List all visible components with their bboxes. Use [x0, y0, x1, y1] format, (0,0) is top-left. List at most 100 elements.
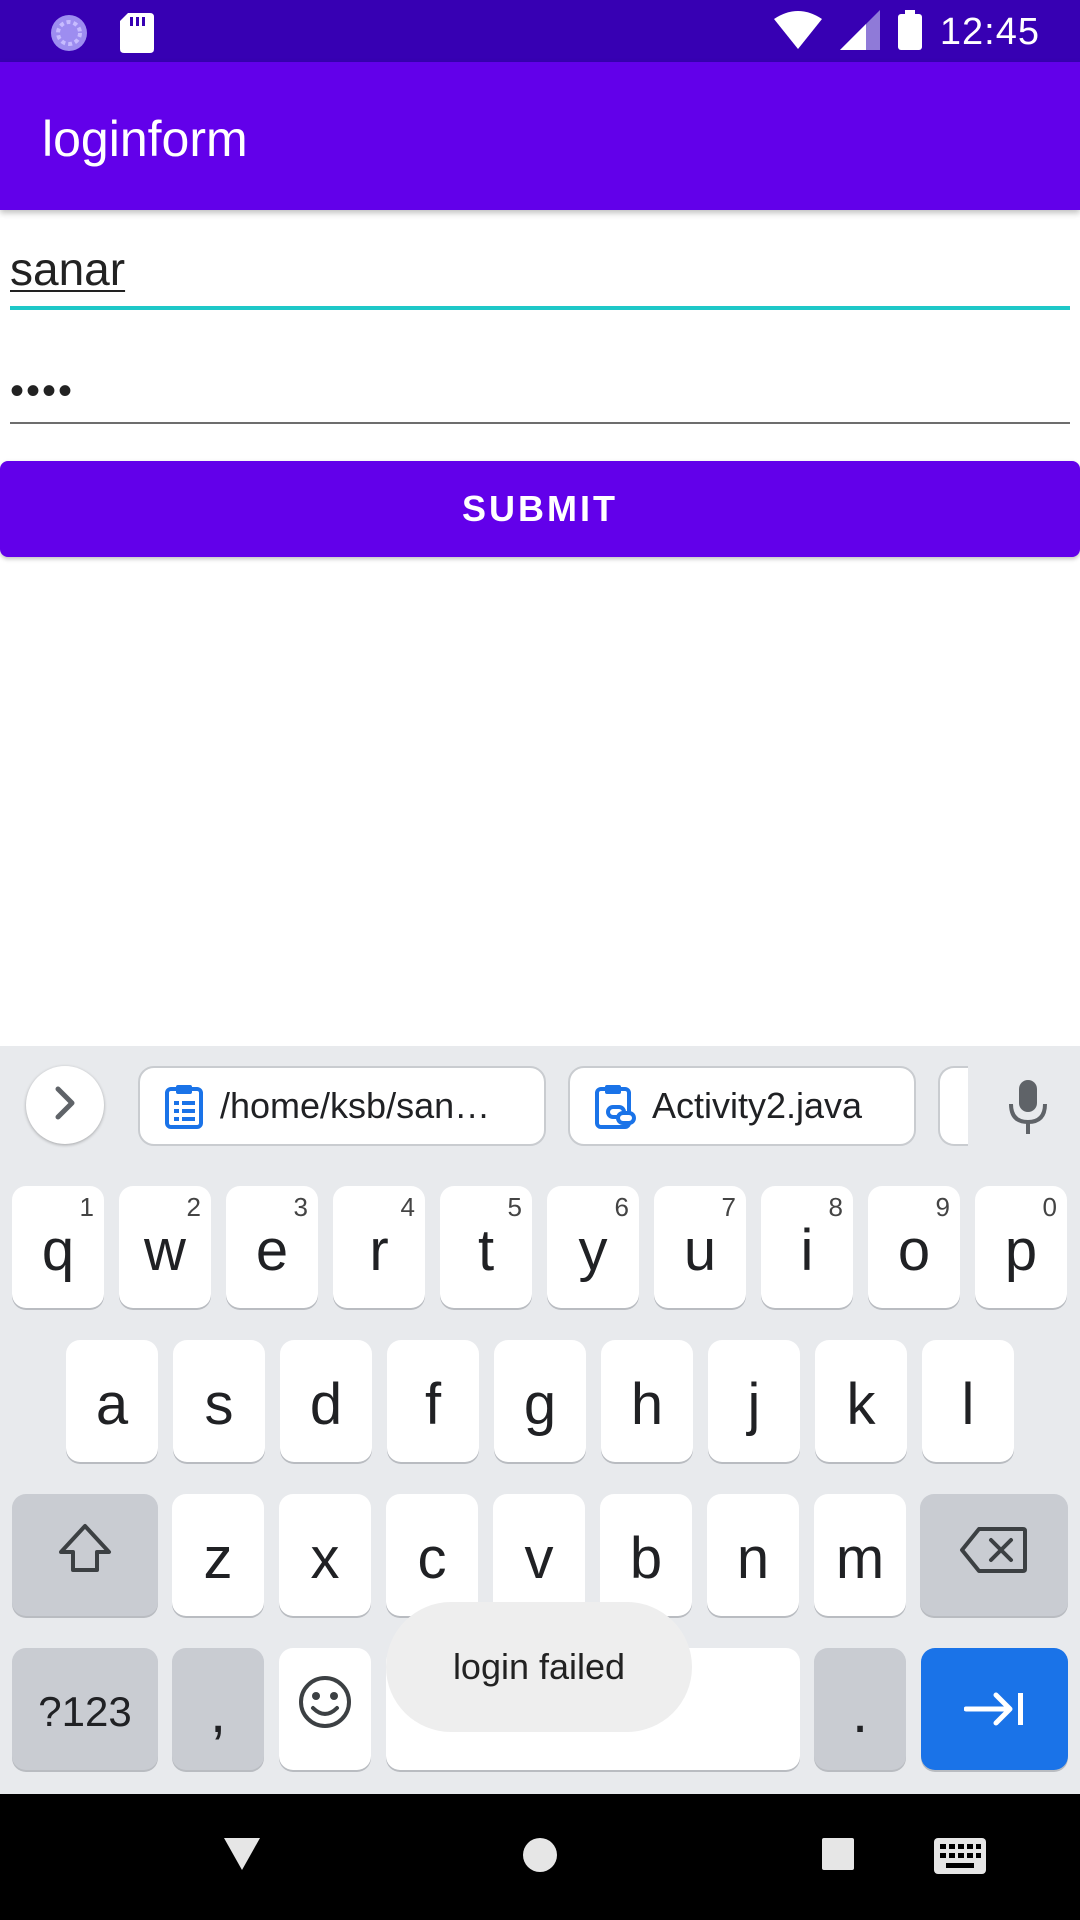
expand-toolbar-button[interactable] [26, 1066, 104, 1144]
username-field[interactable]: sanar [10, 236, 1070, 310]
password-field[interactable]: •••• [10, 356, 1070, 424]
key-l[interactable]: l [922, 1340, 1014, 1462]
key-x-label: x [310, 1525, 340, 1591]
key-e-hint: 3 [293, 1192, 308, 1222]
status-bar: 12:45 [0, 0, 1080, 62]
key-g-label: g [523, 1371, 557, 1437]
key-z[interactable]: z [172, 1494, 264, 1616]
key-d[interactable]: d [280, 1340, 372, 1462]
key-p-label: p [1004, 1217, 1038, 1283]
key-l-label: l [961, 1371, 975, 1437]
key-y-label: y [578, 1217, 608, 1283]
key-s[interactable]: s [173, 1340, 265, 1462]
key-q-label: q [41, 1217, 75, 1283]
app-title: loginform [42, 111, 248, 167]
key-r[interactable]: r4 [333, 1186, 425, 1308]
recents-icon[interactable] [821, 1837, 855, 1876]
key-f-label: f [424, 1371, 442, 1437]
sd-card-icon [120, 13, 154, 58]
key-v-label: v [524, 1525, 554, 1591]
voice-input-button[interactable] [1000, 1080, 1056, 1141]
key-t-label: t [477, 1217, 495, 1283]
key-u-hint: 7 [721, 1192, 736, 1222]
key-n[interactable]: n [707, 1494, 799, 1616]
submit-button[interactable]: SUBMIT [0, 461, 1080, 557]
microphone-icon [1000, 1080, 1056, 1140]
key-w[interactable]: w2 [119, 1186, 211, 1308]
key-h[interactable]: h [601, 1340, 693, 1462]
toast-message: login failed [386, 1602, 692, 1732]
key-n-label: n [736, 1525, 770, 1591]
key-b[interactable]: b [600, 1494, 692, 1616]
wifi-icon [773, 11, 822, 54]
key-a-label: a [95, 1371, 129, 1437]
key-d-label: d [309, 1371, 343, 1437]
key-o-hint: 9 [935, 1192, 950, 1222]
key-r-hint: 4 [400, 1192, 415, 1222]
battery-icon [897, 10, 922, 55]
key-x[interactable]: x [279, 1494, 371, 1616]
status-time: 12:45 [939, 11, 1040, 53]
key-v[interactable]: v [493, 1494, 585, 1616]
key-q[interactable]: q1 [12, 1186, 104, 1308]
key-m-label: m [835, 1525, 885, 1591]
symbols-key-label: ?123 [38, 1688, 132, 1735]
period-key[interactable]: . [814, 1648, 906, 1770]
suggestion-strip: /home/ksb/san… Activity2.java [0, 1046, 1080, 1166]
clipboard-chip-2-label: Activity2.java [652, 1085, 863, 1126]
key-k[interactable]: k [815, 1340, 907, 1462]
key-o[interactable]: o9 [868, 1186, 960, 1308]
key-o-label: o [897, 1217, 931, 1283]
key-a[interactable]: a [66, 1340, 158, 1462]
key-z-label: z [203, 1525, 233, 1591]
key-s-label: s [204, 1371, 234, 1437]
period-key-label: . [851, 1679, 869, 1745]
back-icon[interactable] [222, 1836, 262, 1877]
key-t-hint: 5 [507, 1192, 522, 1222]
key-y-hint: 6 [614, 1192, 629, 1222]
key-q-hint: 1 [79, 1192, 94, 1222]
key-m[interactable]: m [814, 1494, 906, 1616]
navigation-bar [0, 1794, 1080, 1920]
clipboard-chip-2[interactable]: Activity2.java [568, 1066, 916, 1146]
key-j[interactable]: j [708, 1340, 800, 1462]
emoji-key[interactable] [279, 1648, 371, 1770]
key-c[interactable]: c [386, 1494, 478, 1616]
chevron-right-icon [50, 1085, 80, 1126]
sync-icon [48, 12, 90, 59]
key-i-label: i [800, 1217, 814, 1283]
key-y[interactable]: y6 [547, 1186, 639, 1308]
key-w-label: w [144, 1217, 186, 1283]
clipboard-link-icon [594, 1083, 636, 1129]
backspace-key[interactable] [920, 1494, 1068, 1616]
clipboard-chip-1[interactable]: /home/ksb/san… [138, 1066, 546, 1146]
comma-key[interactable]: , [172, 1648, 264, 1770]
key-i-hint: 8 [828, 1192, 843, 1222]
key-u-label: u [683, 1217, 717, 1283]
username-value: sanar [10, 243, 126, 295]
enter-key[interactable] [921, 1648, 1068, 1770]
keyboard-switcher-icon[interactable] [934, 1838, 986, 1879]
clipboard-chip-3[interactable] [938, 1066, 968, 1146]
home-icon[interactable] [521, 1836, 559, 1879]
symbols-key[interactable]: ?123 [12, 1648, 158, 1770]
key-b-label: b [629, 1525, 663, 1591]
key-u[interactable]: u7 [654, 1186, 746, 1308]
shift-key[interactable] [12, 1494, 158, 1616]
clipboard-icon [164, 1083, 204, 1129]
shift-icon [57, 1520, 113, 1590]
key-w-hint: 2 [186, 1192, 201, 1222]
app-bar: loginform [0, 62, 1080, 210]
key-p-hint: 0 [1042, 1192, 1057, 1222]
key-p[interactable]: p0 [975, 1186, 1067, 1308]
key-h-label: h [630, 1371, 664, 1437]
key-e[interactable]: e3 [226, 1186, 318, 1308]
signal-icon [839, 10, 880, 55]
key-t[interactable]: t5 [440, 1186, 532, 1308]
key-i[interactable]: i8 [761, 1186, 853, 1308]
key-e-label: e [255, 1217, 289, 1283]
next-arrow-icon [963, 1676, 1026, 1743]
key-f[interactable]: f [387, 1340, 479, 1462]
backspace-icon [959, 1522, 1029, 1589]
key-g[interactable]: g [494, 1340, 586, 1462]
